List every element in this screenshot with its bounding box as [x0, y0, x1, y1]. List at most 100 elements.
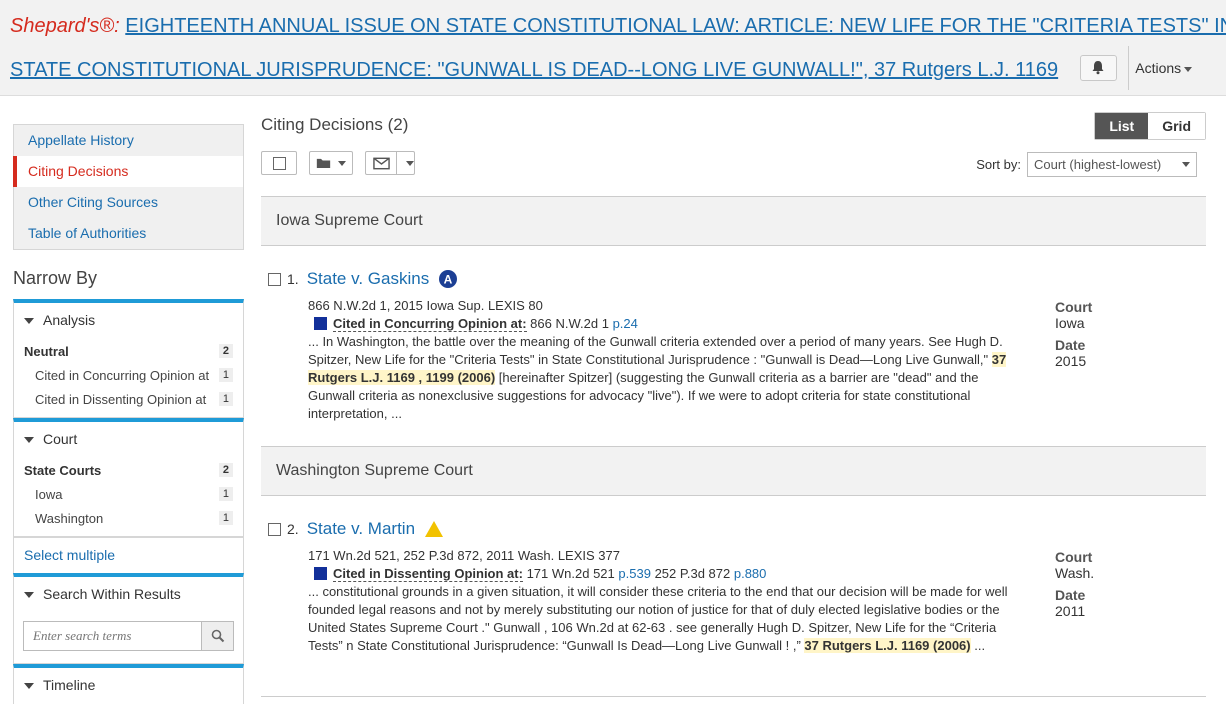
divider — [396, 152, 397, 174]
triangle-down-icon — [24, 437, 34, 444]
facet-count: 1 — [218, 487, 233, 501]
facet-group-state-courts[interactable]: State Courts 2 — [14, 458, 243, 482]
meta-court-value: Wash. — [1055, 565, 1095, 581]
court-group-header: Iowa Supreme Court — [261, 196, 1206, 246]
search-box — [23, 621, 234, 651]
facet-count: 1 — [218, 511, 233, 525]
header-line-1: Shepard's®: EIGHTEENTH ANNUAL ISSUE ON S… — [10, 4, 1226, 48]
facet-item-label: Cited in Concurring Opinion at — [35, 367, 210, 383]
search-icon — [211, 629, 224, 643]
page-title: Citing Decisions (2) — [261, 115, 409, 134]
snippet-text: ... — [970, 638, 986, 653]
divider — [261, 696, 1206, 697]
select-all-checkbox[interactable] — [261, 151, 297, 175]
folder-icon — [316, 158, 331, 168]
facet-timeline-toggle[interactable]: Timeline — [14, 668, 243, 704]
facet-item-concurring[interactable]: Cited in Concurring Opinion at 1 — [14, 363, 243, 387]
svg-text:A: A — [444, 273, 453, 287]
facet-court-toggle[interactable]: Court — [14, 422, 243, 458]
result-checkbox[interactable] — [268, 272, 281, 286]
treatment-line: Cited in Dissenting Opinion at: 171 Wn.2… — [314, 565, 1008, 583]
facet-item-label: Cited in Dissenting Opinion at — [35, 391, 207, 407]
search-button[interactable] — [201, 622, 233, 650]
snippet-text: ... In Washington, the battle over the m… — [308, 334, 1003, 367]
triangle-down-icon — [24, 683, 34, 690]
chevron-down-icon — [338, 160, 346, 166]
sidebar: Appellate History Citing Decisions Other… — [13, 124, 244, 704]
meta-date-value: 2015 — [1055, 353, 1087, 369]
facet-count: 1 — [218, 368, 233, 382]
document-title-link-cont[interactable]: STATE CONSTITUTIONAL JURISPRUDENCE: "GUN… — [10, 59, 1058, 81]
facet-group-label: Neutral — [24, 343, 69, 359]
sort-select[interactable]: Court (highest-lowest) — [1027, 152, 1197, 177]
facet-court: Court State Courts 2 Iowa 1 Washington 1 — [13, 418, 244, 537]
page-header: Shepard's®: EIGHTEENTH ANNUAL ISSUE ON S… — [0, 0, 1226, 96]
analysis-a-icon: A — [439, 270, 458, 288]
facet-analysis-toggle[interactable]: Analysis — [14, 303, 243, 339]
grid-view-button[interactable]: Grid — [1148, 113, 1205, 139]
result-case-link[interactable]: State v. Gaskins — [307, 269, 430, 289]
facet-item-iowa[interactable]: Iowa 1 — [14, 482, 243, 506]
meta-date-label: Date — [1055, 587, 1086, 603]
sort-value: Court (highest-lowest) — [1034, 157, 1162, 172]
results-toolbar — [261, 151, 415, 175]
facet-heading: Analysis — [43, 312, 96, 328]
facet-item-washington[interactable]: Washington 1 — [14, 506, 243, 530]
facet-count: 2 — [218, 463, 233, 477]
facet-heading: Court — [43, 431, 78, 447]
result-title-row: 1. State v. Gaskins A — [261, 269, 1206, 289]
sort-control: Sort by: Court (highest-lowest) — [976, 152, 1197, 177]
alert-button[interactable] — [1079, 54, 1117, 81]
tab-appellate-history[interactable]: Appellate History — [13, 125, 243, 156]
facet-count: 1 — [218, 392, 233, 406]
result-item: 2. State v. Martin 171 Wn.2d 521, 252 P.… — [261, 519, 1206, 699]
select-multiple-link[interactable]: Select multiple — [13, 537, 244, 573]
search-input[interactable] — [24, 622, 201, 650]
pin-cite: 866 N.W.2d 1 — [530, 316, 609, 331]
pin-cite-link[interactable]: p.24 — [613, 316, 638, 331]
facet-item-dissenting[interactable]: Cited in Dissenting Opinion at 1 — [14, 387, 243, 411]
result-meta: Court Wash. Date 2011 — [1055, 549, 1094, 625]
result-case-link[interactable]: State v. Martin — [307, 519, 415, 539]
sort-label: Sort by: — [976, 157, 1021, 172]
pin-cite-link[interactable]: p.880 — [734, 566, 767, 581]
email-button[interactable] — [365, 151, 415, 175]
search-within-wrap — [14, 613, 243, 663]
tab-citing-decisions[interactable]: Citing Decisions — [13, 156, 243, 187]
pin-cite-link[interactable]: p.539 — [618, 566, 651, 581]
facet-group-neutral[interactable]: Neutral 2 — [14, 339, 243, 363]
result-number: 2. — [287, 521, 299, 537]
narrow-by-heading: Narrow By — [13, 268, 98, 288]
tab-table-of-authorities[interactable]: Table of Authorities — [13, 218, 243, 249]
meta-date-label: Date — [1055, 337, 1086, 353]
triangle-down-icon — [24, 592, 34, 599]
tab-other-citing-sources[interactable]: Other Citing Sources — [13, 187, 243, 218]
shepards-brand: Shepard's®: — [10, 15, 120, 37]
result-snippet: ... constitutional grounds in a given si… — [308, 583, 1008, 655]
document-title-link[interactable]: EIGHTEENTH ANNUAL ISSUE ON STATE CONSTIT… — [125, 15, 1226, 37]
result-body: 866 N.W.2d 1, 2015 Iowa Sup. LEXIS 80 Ci… — [308, 297, 1008, 423]
result-item: 1. State v. Gaskins A 866 N.W.2d 1, 2015… — [261, 269, 1206, 429]
folder-button[interactable] — [309, 151, 353, 175]
actions-label: Actions — [1135, 59, 1182, 76]
checkbox-icon — [272, 156, 286, 170]
caution-triangle-icon — [425, 521, 444, 537]
result-snippet: ... In Washington, the battle over the m… — [308, 333, 1008, 423]
facet-timeline: Timeline — [13, 664, 244, 704]
result-checkbox[interactable] — [268, 522, 281, 536]
list-view-button[interactable]: List — [1095, 113, 1149, 139]
result-citation: 171 Wn.2d 521, 252 P.3d 872, 2011 Wash. … — [308, 548, 620, 563]
treatment-square-icon — [314, 317, 327, 330]
treatment-line: Cited in Concurring Opinion at: 866 N.W.… — [314, 315, 1008, 333]
actions-menu[interactable]: Actions — [1128, 45, 1193, 90]
meta-court-label: Court — [1055, 549, 1093, 565]
result-title-row: 2. State v. Martin — [261, 519, 1206, 539]
pin-cite: 252 P.3d 872 — [654, 566, 731, 581]
pin-cite: 171 Wn.2d 521 — [526, 566, 615, 581]
treatment-label: Cited in Concurring Opinion at: — [333, 316, 527, 332]
facet-search-toggle[interactable]: Search Within Results — [14, 577, 243, 613]
view-toggle: List Grid — [1094, 112, 1206, 140]
facet-analysis: Analysis Neutral 2 Cited in Concurring Op… — [13, 299, 244, 418]
meta-court-label: Court — [1055, 299, 1093, 315]
snippet-highlight: 37 Rutgers L.J. 1169 (2006) — [804, 638, 971, 653]
